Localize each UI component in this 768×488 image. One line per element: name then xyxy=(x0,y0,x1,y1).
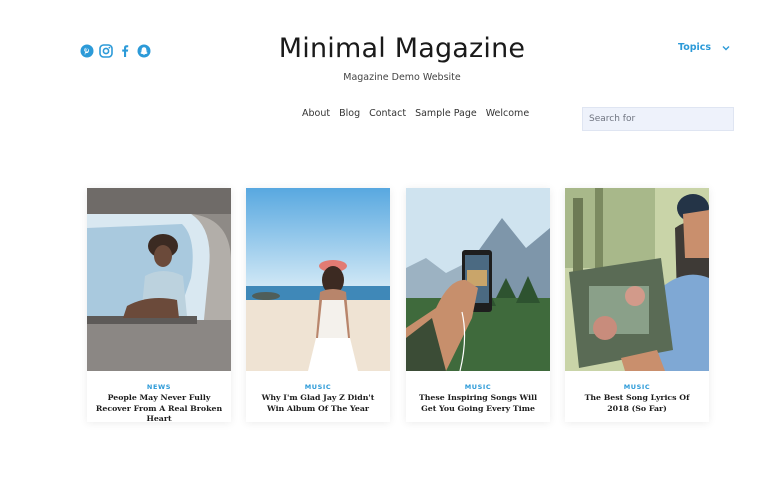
nav-item-blog[interactable]: Blog xyxy=(339,108,360,119)
post-image[interactable] xyxy=(565,188,709,371)
main-nav: About Blog Contact Sample Page Welcome xyxy=(302,108,529,119)
post-title[interactable]: Why I'm Glad Jay Z Didn't Win Album Of T… xyxy=(254,393,382,414)
post-card[interactable]: MUSIC The Best Song Lyrics Of 2018 (So F… xyxy=(565,188,709,422)
nav-item-about[interactable]: About xyxy=(302,108,330,119)
search-input[interactable] xyxy=(582,107,734,131)
chevron-down-icon xyxy=(722,45,730,50)
site-tagline: Magazine Demo Website xyxy=(343,72,461,83)
post-image[interactable] xyxy=(246,188,390,371)
post-title[interactable]: These Inspiring Songs Will Get You Going… xyxy=(414,393,542,414)
post-title[interactable]: The Best Song Lyrics Of 2018 (So Far) xyxy=(573,393,701,414)
post-image[interactable] xyxy=(406,188,550,371)
nav-item-welcome[interactable]: Welcome xyxy=(486,108,529,119)
post-category[interactable]: MUSIC xyxy=(406,383,550,391)
post-card[interactable]: NEWS People May Never Fully Recover From… xyxy=(87,188,231,425)
post-title[interactable]: People May Never Fully Recover From A Re… xyxy=(95,393,223,425)
post-category[interactable]: NEWS xyxy=(87,383,231,391)
post-card[interactable]: MUSIC Why I'm Glad Jay Z Didn't Win Albu… xyxy=(246,188,390,422)
post-category[interactable]: MUSIC xyxy=(565,383,709,391)
topics-dropdown[interactable]: Topics xyxy=(678,42,731,53)
post-category[interactable]: MUSIC xyxy=(246,383,390,391)
topics-label: Topics xyxy=(678,42,712,53)
post-image[interactable] xyxy=(87,188,231,371)
nav-item-contact[interactable]: Contact xyxy=(369,108,406,119)
nav-item-sample-page[interactable]: Sample Page xyxy=(415,108,477,119)
post-card[interactable]: MUSIC These Inspiring Songs Will Get You… xyxy=(406,188,550,422)
site-title[interactable]: Minimal Magazine xyxy=(0,33,768,64)
